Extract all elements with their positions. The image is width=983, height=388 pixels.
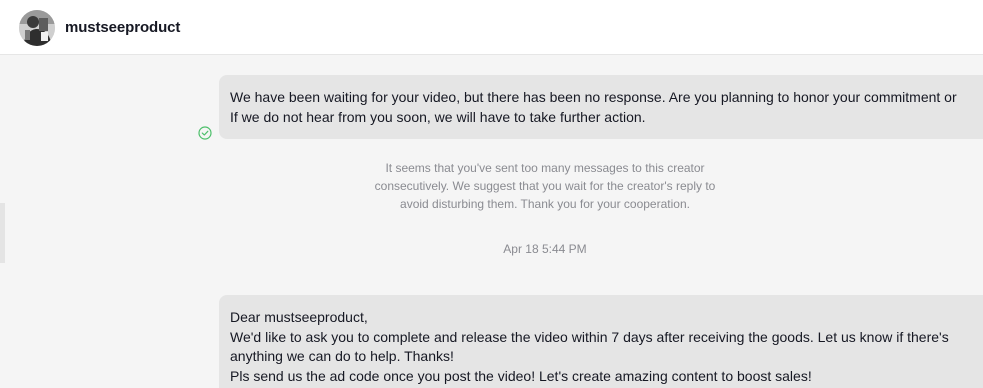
message-line: anything we can do to help. Thanks!	[230, 348, 454, 364]
message-line: We'd like to ask you to complete and rel…	[230, 328, 949, 345]
read-check-icon	[198, 126, 212, 140]
scrollbar-edge	[0, 203, 5, 263]
system-notice-line: It seems that you've sent too many messa…	[385, 161, 705, 175]
chat-username[interactable]: mustseeproduct	[65, 19, 180, 36]
message-line: We have been waiting for your video, but…	[230, 89, 957, 105]
message-line: Pls send us the ad code once you post th…	[230, 367, 812, 384]
avatar[interactable]	[19, 10, 55, 46]
system-notice-line: avoid disturbing them. Thank you for you…	[400, 197, 690, 211]
message-line: Dear mustseeproduct,	[230, 309, 368, 325]
message-timestamp: Apr 18 5:44 PM	[503, 242, 587, 256]
system-notice: It seems that you've sent too many messa…	[345, 159, 745, 213]
message-bubble-sent: We have been waiting for your video, but…	[219, 75, 983, 139]
system-notice-line: consecutively. We suggest that you wait …	[374, 179, 716, 193]
profile-photo-icon	[19, 10, 55, 46]
message-bubble-sent: Dear mustseeproduct, We'd like to ask yo…	[219, 295, 983, 388]
message-line: If we do not hear from you soon, we will…	[230, 108, 646, 125]
chat-header: mustseeproduct	[0, 0, 983, 55]
chat-window: mustseeproduct We have been waiting for …	[0, 0, 983, 388]
